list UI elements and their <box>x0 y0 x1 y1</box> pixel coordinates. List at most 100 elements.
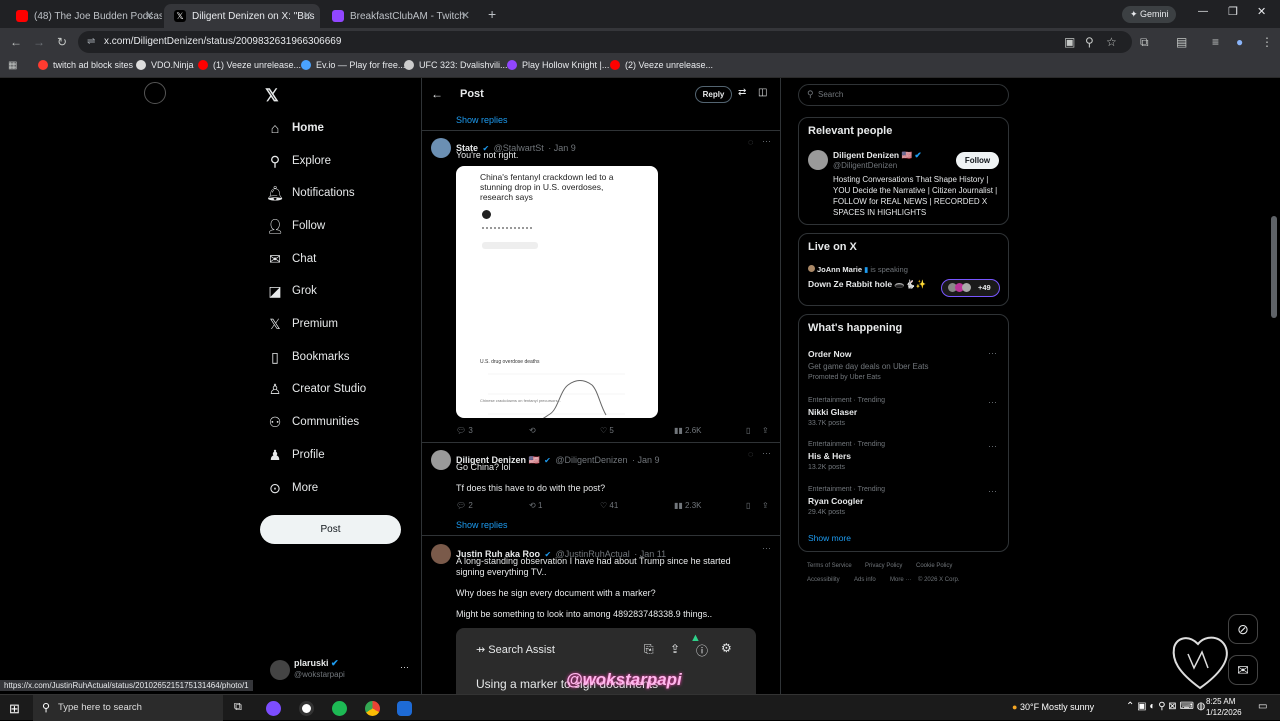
gemini-button[interactable]: ✦ Gemini <box>1122 6 1176 23</box>
nav-home[interactable]: ⌂ Home <box>266 116 324 140</box>
clock-time[interactable]: 8:25 AM <box>1206 697 1235 706</box>
space-title[interactable]: Down Ze Rabbit hole 🕳️🐇✨ <box>808 279 926 290</box>
grok-icon[interactable]: ◌ <box>748 449 753 459</box>
nav-follow[interactable]: 👤︎ Follow <box>266 214 325 238</box>
trend-title[interactable]: Ryan Coogler <box>808 496 863 506</box>
bookmark-item[interactable]: twitch ad block sites <box>38 60 133 70</box>
show-replies-link[interactable]: Show replies <box>456 115 508 125</box>
extensions-icon[interactable]: ⧉ <box>1140 35 1149 49</box>
clock-date[interactable]: 1/12/2026 <box>1206 708 1242 717</box>
tray-icons[interactable]: ⌃ ▣ ◐ ⚲ ⊠ ⌨ ◍ <box>1126 701 1205 712</box>
site-info-icon[interactable]: ⇌ <box>87 31 95 53</box>
bookmark-icon[interactable]: ▯ <box>746 501 750 510</box>
app-icon[interactable] <box>266 701 281 716</box>
person-name[interactable]: Diligent Denizen 🇺🇸 ✔ <box>833 150 922 161</box>
menu-icon[interactable]: ⋮ <box>1261 35 1273 49</box>
reply-button[interactable]: Reply <box>695 86 732 103</box>
more-icon[interactable]: ··· <box>988 397 997 407</box>
footer-link[interactable]: Cookie Policy <box>916 563 952 569</box>
grok-icon[interactable]: ◌ <box>748 137 753 147</box>
reader-icon[interactable]: ◫ <box>758 87 767 98</box>
app-icon[interactable] <box>397 701 412 716</box>
follow-button[interactable]: Follow <box>956 152 999 169</box>
nav-grok[interactable]: ◪ Grok <box>266 279 317 303</box>
trend-title[interactable]: His & Hers <box>808 451 851 461</box>
like-count[interactable]: ♡ 5 <box>600 426 614 435</box>
footer-link[interactable]: More ··· <box>890 577 911 583</box>
reload-icon[interactable]: ↻ <box>57 35 67 49</box>
footer-link[interactable]: Terms of Service <box>807 563 852 569</box>
info-icon[interactable]: ⓘ <box>696 642 708 659</box>
repost-count[interactable]: ⟲ 1 <box>529 501 542 510</box>
sliders-icon[interactable]: ⇄ <box>738 87 746 98</box>
view-count[interactable]: ▮▮ 2.6K <box>674 426 702 435</box>
more-icon[interactable]: ··· <box>988 486 997 496</box>
tweet-image[interactable]: China's fentanyl crackdown led to a stun… <box>456 166 658 418</box>
bookmark-item[interactable]: (1) Veeze unrelease... <box>198 60 301 70</box>
new-tab-button[interactable]: + <box>488 6 496 22</box>
footer-link[interactable]: Privacy Policy <box>865 563 902 569</box>
share-icon[interactable]: ⇪ <box>762 501 769 510</box>
close-tab-icon[interactable]: ✕ <box>145 9 154 22</box>
apps-icon[interactable]: ▦ <box>8 59 17 73</box>
settings-icon[interactable]: ⚙ <box>721 641 732 655</box>
messages-float-button[interactable]: ✉ <box>1228 655 1258 685</box>
media-icon[interactable]: ≡ <box>1212 35 1219 49</box>
maximize-button[interactable]: ❐ <box>1228 5 1238 18</box>
forward-icon[interactable]: → <box>33 35 45 49</box>
copy-icon[interactable]: ⎘ <box>644 642 654 657</box>
tab-joe-budden[interactable]: (48) The Joe Budden Podcast E ✕ <box>6 4 162 28</box>
post-button[interactable]: Post <box>260 515 401 544</box>
tab-twitch[interactable]: BreakfastClubAM - Twitch ✕ <box>322 4 478 28</box>
show-more-link[interactable]: Show more <box>808 533 851 543</box>
app-icon[interactable] <box>299 701 314 716</box>
chrome-icon[interactable] <box>365 701 380 716</box>
nav-communities[interactable]: ⚇ Communities <box>266 410 359 434</box>
profile-icon[interactable]: ● <box>1236 35 1243 49</box>
grok-float-button[interactable]: ⊘ <box>1228 614 1258 644</box>
notification-icon[interactable]: ▭ <box>1258 701 1267 712</box>
listener-avatars[interactable]: +49 <box>941 279 1000 297</box>
footer-link[interactable]: Ads info <box>854 577 876 583</box>
address-bar[interactable]: ⇌ x.com/DiligentDenizen/status/200983263… <box>78 31 1132 53</box>
close-window-button[interactable]: ✕ <box>1257 5 1266 18</box>
footer-link[interactable]: Accessibility <box>807 577 840 583</box>
tab-diligent-denizen[interactable]: 𝕏 Diligent Denizen on X: "Bus ✕ <box>164 4 320 28</box>
more-icon[interactable]: ··· <box>762 448 771 458</box>
nav-explore[interactable]: ⚲ Explore <box>266 149 331 173</box>
bookmark-item[interactable]: Ev.io — Play for free... <box>301 60 405 70</box>
nav-chat[interactable]: ✉ Chat <box>266 247 316 271</box>
close-tab-icon[interactable]: ✕ <box>303 9 312 22</box>
x-logo-icon[interactable]: 𝕏 <box>265 86 279 106</box>
close-tab-icon[interactable]: ✕ <box>461 9 470 22</box>
nav-premium[interactable]: 𝕏 Premium <box>266 312 338 336</box>
side-panel-icon[interactable]: ▤ <box>1176 35 1187 49</box>
trend-title[interactable]: Order Now <box>808 349 851 359</box>
view-count[interactable]: ▮▮ 2.3K <box>674 501 702 510</box>
account-switcher[interactable]: plaruski ✔ @wokstarpapi ··· <box>268 656 413 684</box>
cast-icon[interactable]: ▣ <box>1064 35 1075 49</box>
weather-widget[interactable]: ● 30°F Mostly sunny <box>1012 702 1094 712</box>
minimize-button[interactable]: — <box>1198 6 1208 17</box>
more-icon[interactable]: ··· <box>762 136 771 146</box>
like-count[interactable]: ♡ 41 <box>600 501 618 510</box>
nav-creator-studio[interactable]: ♙ Creator Studio <box>266 377 366 401</box>
bookmark-item[interactable]: VDO.Ninja <box>136 60 194 70</box>
task-view-icon[interactable]: ⧉ <box>234 701 242 714</box>
more-icon[interactable]: ··· <box>988 348 997 358</box>
more-icon[interactable]: ··· <box>988 441 997 451</box>
taskbar-search-input[interactable]: ⚲ Type here to search <box>33 695 223 721</box>
app-icon[interactable] <box>332 701 347 716</box>
nav-profile[interactable]: ♟ Profile <box>266 443 325 467</box>
bookmark-item[interactable]: Play Hollow Knight |... <box>507 60 609 70</box>
back-icon[interactable]: ← <box>10 35 22 49</box>
share-icon[interactable]: ⇪ <box>762 426 769 435</box>
repost-icon[interactable]: ⟲ <box>529 426 536 435</box>
nav-notifications[interactable]: 🔔︎ Notifications <box>266 181 355 205</box>
bookmark-item[interactable]: UFC 323: Dvalishvili... <box>404 60 508 70</box>
reply-count[interactable]: 💬︎ 3 <box>456 426 473 435</box>
bookmark-star-icon[interactable]: ☆ <box>1106 35 1117 49</box>
nav-more[interactable]: ⊙ More <box>266 476 318 500</box>
trend-title[interactable]: Nikki Glaser <box>808 407 857 417</box>
bookmark-item[interactable]: (2) Veeze unrelease... <box>610 60 713 70</box>
